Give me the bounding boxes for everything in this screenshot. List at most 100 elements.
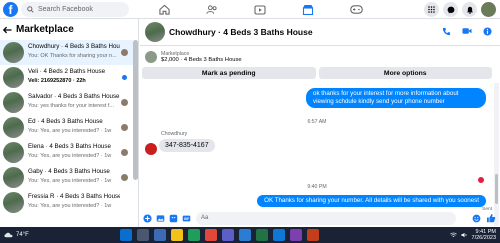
seen-avatar	[121, 49, 128, 56]
gamepad-icon	[349, 5, 363, 14]
listing-thumbnail	[3, 142, 24, 163]
video-icon	[254, 4, 266, 15]
video-call-icon[interactable]	[462, 27, 472, 35]
conversation-title: Gaby · 4 Beds 3 Baths House	[28, 168, 110, 175]
chat-title[interactable]: Chowdhury · 4 Beds 3 Baths House	[169, 27, 313, 37]
seen-avatar	[121, 174, 128, 181]
seen-avatar	[121, 124, 128, 131]
teams-app[interactable]	[222, 229, 234, 241]
menu-button[interactable]	[424, 2, 439, 17]
facebook-logo[interactable]: f	[3, 2, 18, 17]
conversation-title: Chowdhury · 4 Beds 3 Baths House	[28, 43, 120, 50]
conversation-title: Salvador · 4 Beds 3 Baths House	[28, 93, 120, 100]
system-tray: 9:41 PM 7/26/2023	[449, 229, 496, 241]
incoming-message: 347-835-4167	[159, 139, 215, 152]
excel-app[interactable]	[256, 229, 268, 241]
message-input-placeholder: Aa	[201, 215, 209, 221]
image-icon[interactable]	[156, 214, 165, 223]
listing-text: Marketplace $2,000 · 4 Beds 3 Baths Hous…	[161, 51, 242, 63]
conversation-sidebar: Marketplace Chowdhury · 4 Beds 3 Baths H…	[0, 19, 139, 227]
seen-indicator	[478, 177, 484, 183]
listing-actions: Mark as pending More options	[142, 67, 492, 79]
start-button[interactable]	[120, 229, 132, 241]
conversation-item[interactable]: Elena · 4 Beds 3 Baths House You: Yes, a…	[0, 140, 133, 165]
emoji-icon[interactable]	[472, 214, 481, 223]
edge-app[interactable]	[188, 229, 200, 241]
thread-scrollbar-thumb[interactable]	[495, 174, 498, 204]
chat-panel: Chowdhury · 4 Beds 3 Baths House Marketp…	[140, 19, 500, 227]
conversation-item[interactable]: Ed · 4 Beds 3 Baths House You: Yes, are …	[0, 115, 133, 140]
message-timestamp: 9:40 PM	[307, 184, 327, 190]
mark-as-pending-button[interactable]: Mark as pending	[142, 67, 316, 79]
bell-icon	[466, 6, 473, 14]
listing-thumbnail	[3, 92, 24, 113]
conversation-preview: You: Yes, are you interested? · 1w	[28, 128, 112, 134]
back-arrow-icon[interactable]	[3, 26, 12, 34]
thread-scrollbar[interactable]	[494, 83, 499, 226]
conversation-preview: You: Yes, are you interested? · 1w	[28, 203, 112, 209]
sender-avatar[interactable]	[145, 143, 157, 155]
sidebar-scrollbar[interactable]	[133, 40, 138, 180]
word-app[interactable]	[239, 229, 251, 241]
weather-widget[interactable]: 74°F	[4, 232, 29, 238]
file-explorer-app[interactable]	[171, 229, 183, 241]
chat-header: Chowdhury · 4 Beds 3 Baths House	[140, 19, 500, 46]
sticker-icon[interactable]	[169, 214, 178, 223]
conversation-item[interactable]: Salvador · 4 Beds 3 Baths House You: yes…	[0, 90, 133, 115]
notifications-button[interactable]	[462, 2, 477, 17]
phone-icon[interactable]	[442, 27, 451, 36]
cloud-icon	[4, 232, 13, 238]
home-icon	[158, 4, 170, 15]
conversation-item[interactable]: Veli · 4 Beds 2 Baths House Veli: 216925…	[0, 65, 133, 90]
outlook-app[interactable]	[273, 229, 285, 241]
unread-indicator	[122, 75, 127, 80]
message-input[interactable]: Aa	[196, 211, 456, 225]
messenger-button[interactable]	[443, 2, 458, 17]
sender-name: Chowdhury	[161, 131, 188, 137]
friends-icon	[206, 5, 217, 14]
messenger-icon	[447, 6, 454, 13]
powerpoint-app[interactable]	[307, 229, 319, 241]
conversation-title: Ed · 4 Beds 3 Baths House	[28, 118, 103, 125]
more-options-button[interactable]: More options	[318, 67, 492, 79]
top-navigation-bar: f Search Facebook	[0, 0, 500, 19]
volume-icon[interactable]	[460, 232, 468, 238]
search-taskbar-button[interactable]	[137, 229, 149, 241]
taskbar-clock[interactable]: 9:41 PM 7/26/2023	[472, 229, 496, 241]
conversation-list: Chowdhury · 4 Beds 3 Baths House You: OK…	[0, 40, 133, 215]
thumbs-up-icon[interactable]	[486, 213, 496, 223]
conversation-item[interactable]: Gaby · 4 Beds 3 Baths House You: Yes, ar…	[0, 165, 133, 190]
conversation-item[interactable]: Fressia R · 4 Beds 3 Baths House You: Ye…	[0, 190, 133, 215]
conversation-title: Veli · 4 Beds 2 Baths House	[28, 68, 106, 75]
gaming-tab[interactable]	[332, 0, 380, 19]
onenote-app[interactable]	[290, 229, 302, 241]
seen-avatar	[121, 149, 128, 156]
chat-header-actions	[442, 27, 492, 36]
listing-thumbnail	[3, 42, 24, 63]
composer-tools: GIF	[143, 213, 191, 223]
chat-listing-thumbnail[interactable]	[145, 22, 165, 42]
sidebar-title: Marketplace	[16, 24, 74, 35]
conversation-item[interactable]: Chowdhury · 4 Beds 3 Baths House You: OK…	[0, 40, 133, 65]
task-view-button[interactable]	[154, 229, 166, 241]
chrome-app[interactable]	[205, 229, 217, 241]
windows-taskbar: 74°F 9:41 PM 7/26/2023	[0, 227, 500, 243]
home-tab[interactable]	[140, 0, 188, 19]
search-input[interactable]: Search Facebook	[21, 2, 129, 17]
composer-right-actions	[472, 213, 496, 223]
conversation-preview: Veli: 2169252870 · 22h	[28, 78, 86, 84]
friends-tab[interactable]	[188, 0, 236, 19]
profile-avatar[interactable]	[481, 2, 496, 17]
conversation-title: Elena · 4 Beds 3 Baths House	[28, 143, 111, 150]
wifi-icon[interactable]	[449, 232, 457, 238]
plus-icon[interactable]	[143, 213, 152, 223]
store-icon	[302, 5, 314, 15]
sidebar-header: Marketplace	[3, 24, 74, 35]
marketplace-tab[interactable]	[284, 0, 332, 19]
info-icon[interactable]	[483, 27, 492, 36]
listing-thumbnail	[3, 67, 24, 88]
watch-tab[interactable]	[236, 0, 284, 19]
listing-summary[interactable]: Marketplace $2,000 · 4 Beds 3 Baths Hous…	[142, 47, 492, 66]
taskbar-apps	[120, 229, 319, 241]
gif-icon[interactable]: GIF	[182, 214, 191, 223]
